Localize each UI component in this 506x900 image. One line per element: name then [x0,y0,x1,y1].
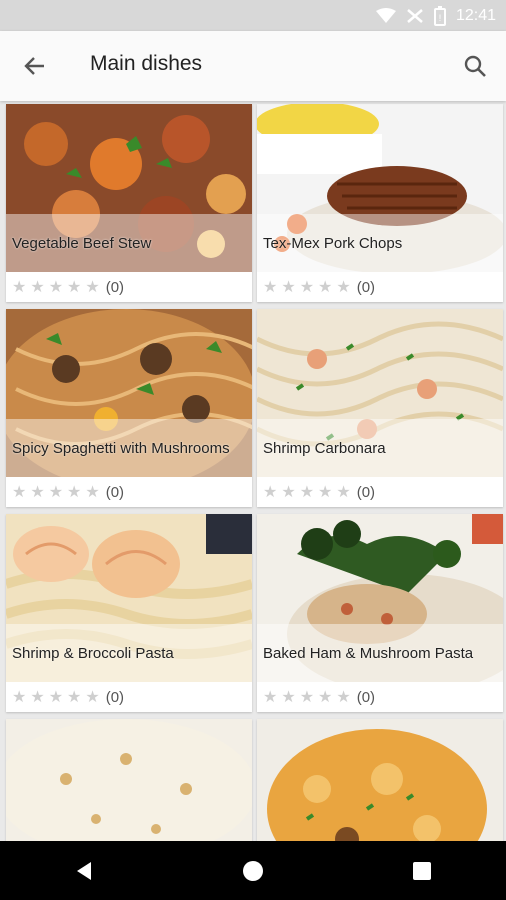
nav-back-button[interactable] [64,851,104,891]
star-icon: ★ [12,483,27,501]
app-bar: Main dishes [0,31,506,101]
page-title: Main dishes [90,52,203,75]
star-icon: ★ [85,688,100,706]
nav-recents-button[interactable] [402,851,442,891]
star-icon: ★ [85,483,100,501]
rating: ★ ★ ★ ★ ★ (0) [12,279,124,296]
star-icon: ★ [67,688,82,706]
star-icon: ★ [12,278,27,296]
rating: ★ ★ ★ ★ ★ (0) [263,689,375,706]
star-icon: ★ [263,278,278,296]
arrow-back-icon [24,57,44,75]
recipe-card[interactable]: Tex-Mex Pork Chops ★ ★ ★ ★ ★ (0) [257,104,503,302]
recipe-card[interactable] [6,719,252,841]
star-icon: ★ [48,483,64,501]
status-time: 12:41 [455,7,496,24]
nav-home-button[interactable] [233,851,273,891]
star-icon: ★ [281,483,296,501]
recipe-image: Spicy Spaghetti with Mushrooms [6,309,252,477]
recipe-image: Shrimp Carbonara [257,309,503,477]
search-icon [464,55,486,77]
star-icon: ★ [336,278,351,296]
star-icon: ★ [281,278,296,296]
recipe-name: Vegetable Beef Stew [12,234,152,252]
star-icon: ★ [299,688,315,706]
rating-count: (0) [356,689,376,706]
star-icon: ★ [67,483,82,501]
star-icon: ★ [30,483,45,501]
search-button[interactable] [460,51,490,81]
star-icon: ★ [12,688,27,706]
recipe-name: Shrimp Carbonara [263,439,386,457]
rating-count: (0) [105,689,125,706]
recipe-name: Shrimp & Broccoli Pasta [12,644,174,662]
status-bar: ! 12:41 [0,0,506,31]
rating: ★ ★ ★ ★ ★ (0) [12,689,124,706]
recipe-title-overlay: Shrimp Carbonara [257,419,503,477]
star-icon: ★ [30,688,45,706]
recipe-image: Shrimp & Broccoli Pasta [6,514,252,682]
rating-count: (0) [356,484,376,501]
star-icon: ★ [85,278,100,296]
recipe-name: Spicy Spaghetti with Mushrooms [12,439,230,457]
recipe-card[interactable]: Spicy Spaghetti with Mushrooms ★ ★ ★ ★ ★ (0) [6,309,252,507]
recipe-card[interactable]: Baked Ham & Mushroom Pasta ★ ★ ★ ★ ★ (0) [257,514,503,712]
recipe-image [6,719,252,841]
recipe-grid: Vegetable Beef Stew ★ ★ ★ ★ ★ (0) Tex-Mex Po… [0,101,506,841]
battery-icon: ! [433,6,446,26]
recipe-image: Vegetable Beef Stew [6,104,252,272]
star-icon: ★ [281,688,296,706]
svg-text:!: ! [439,13,442,23]
star-icon: ★ [299,483,315,501]
star-icon: ★ [318,688,333,706]
rating-count: (0) [105,279,125,296]
rating-count: (0) [105,484,125,501]
star-icon: ★ [67,278,82,296]
star-icon: ★ [263,483,278,501]
status-icons: ! 12:41 [375,5,496,27]
recipe-image [257,719,503,841]
star-icon: ★ [318,483,333,501]
rating: ★ ★ ★ ★ ★ (0) [263,279,375,296]
no-signal-icon [407,9,423,23]
recipe-title-overlay: Shrimp & Broccoli Pasta [6,624,252,682]
wifi-icon [375,8,396,23]
star-icon: ★ [336,688,351,706]
star-icon: ★ [48,688,64,706]
recipe-image: Baked Ham & Mushroom Pasta [257,514,503,682]
nav-back-icon [77,861,92,880]
recipe-card[interactable]: Vegetable Beef Stew ★ ★ ★ ★ ★ (0) [6,104,252,302]
nav-recents-icon [412,861,431,880]
recipe-title-overlay: Tex-Mex Pork Chops [257,214,503,272]
star-icon: ★ [299,278,315,296]
recipe-title-overlay: Spicy Spaghetti with Mushrooms [6,419,252,477]
recipe-title-overlay: Baked Ham & Mushroom Pasta [257,624,503,682]
star-icon: ★ [318,278,333,296]
recipe-title-overlay: Vegetable Beef Stew [6,214,252,272]
rating: ★ ★ ★ ★ ★ (0) [12,484,124,501]
nav-home-icon [242,860,263,881]
recipe-image: Tex-Mex Pork Chops [257,104,503,272]
star-icon: ★ [336,483,351,501]
back-button[interactable] [20,51,50,81]
recipe-card[interactable]: Shrimp Carbonara ★ ★ ★ ★ ★ (0) [257,309,503,507]
recipe-name: Tex-Mex Pork Chops [263,234,403,252]
system-nav-bar [0,841,506,900]
recipe-card[interactable] [257,719,503,841]
rating: ★ ★ ★ ★ ★ (0) [263,484,375,501]
star-icon: ★ [263,688,278,706]
star-icon: ★ [48,278,64,296]
recipe-name: Baked Ham & Mushroom Pasta [263,644,474,662]
star-icon: ★ [30,278,45,296]
recipe-card[interactable]: Shrimp & Broccoli Pasta ★ ★ ★ ★ ★ (0) [6,514,252,712]
rating-count: (0) [356,279,376,296]
